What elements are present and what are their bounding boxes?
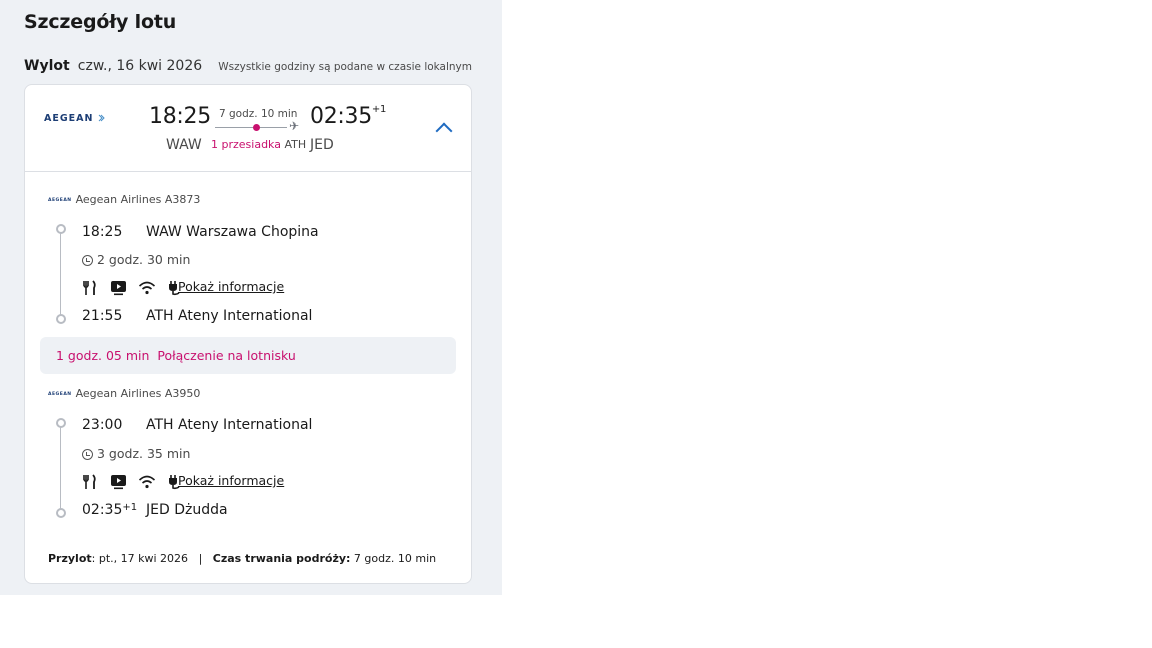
summary-departure-time: 18:25 [149, 104, 211, 129]
layover-banner: 1 godz. 05 min Połączenie na lotnisku [40, 337, 456, 374]
arrival-date: : pt., 17 kwi 2026 [91, 552, 189, 565]
segment-2-departure-node [56, 418, 66, 428]
flight-summary[interactable]: AEGEAN 18:25 WAW 7 godz. 10 min ✈ 1 prze… [25, 85, 471, 172]
segment-2-timeline [60, 424, 61, 512]
segment-1-amenities [82, 277, 189, 295]
stop-airport-code: ATH [284, 138, 307, 151]
stop-dot [253, 124, 260, 131]
timezone-note: Wszystkie godziny są podane w czasie lok… [218, 61, 472, 73]
chevron-up-icon[interactable] [435, 122, 453, 140]
show-info-link[interactable]: Pokaż informacje [178, 279, 284, 294]
segment-2-arrival-airport: JED Dżudda [146, 502, 228, 518]
plane-icon: ✈ [289, 119, 300, 133]
airline-logo: AEGEAN [44, 113, 105, 124]
layover-duration: 1 godz. 05 min [56, 348, 150, 363]
separator: | [198, 552, 203, 565]
arrival-summary: Przylot: pt., 17 kwi 2026 | Czas trwania… [48, 552, 436, 565]
segment-1-duration: 2 godz. 30 min [82, 252, 190, 267]
route-line [215, 127, 287, 128]
segment-1-departure-node [56, 224, 66, 234]
summary-arrival-code: JED [310, 137, 334, 153]
show-info-link[interactable]: Pokaż informacje [178, 473, 284, 488]
departure-label: Wylot [24, 58, 70, 74]
segment-2-amenities [82, 471, 189, 489]
summary-stops: 1 przesiadka ATH [211, 138, 306, 151]
layover-type: Połączenie na lotnisku [157, 348, 296, 363]
airline-logo-small: AEGEAN [48, 197, 72, 203]
stops-count: 1 przesiadka [211, 138, 281, 151]
segment-1-departure-time: 18:25 [82, 224, 123, 240]
clock-icon [82, 449, 93, 460]
page-title: Szczegóły lotu [24, 11, 177, 33]
departure-date: czw., 16 kwi 2026 [77, 58, 203, 74]
segment-2-arrival-node [56, 508, 66, 518]
segment-1-arrival-time: 21:55 [82, 308, 123, 324]
departure-header: Wylot czw., 16 kwi 2026 Wszystkie godzin… [24, 55, 472, 75]
airline-logo-small: AEGEAN [48, 391, 72, 397]
segment-2-departure-airport: ATH Ateny International [146, 417, 313, 433]
meal-icon [83, 279, 96, 295]
segment-2-departure-time: 23:00 [82, 417, 123, 433]
segment-2-airline: AEGEAN Aegean Airlines A3950 [48, 387, 201, 400]
total-duration-value: 7 godz. 10 min [350, 552, 437, 565]
segment-1-arrival-node [56, 314, 66, 324]
segment-1-arrival-airport: ATH Ateny International [146, 308, 313, 324]
day-offset: +1 [122, 502, 138, 513]
segment-2-duration: 3 godz. 35 min [82, 446, 190, 461]
total-duration-label: Czas trwania podróży: [212, 552, 351, 565]
summary-departure-code: WAW [166, 137, 202, 153]
segment-1-airline: AEGEAN Aegean Airlines A3873 [48, 193, 201, 206]
day-offset: +1 [371, 104, 387, 115]
aegean-wing-icon [98, 114, 105, 122]
summary-arrival-time: 02:35+1 [310, 104, 387, 129]
clock-icon [82, 255, 93, 266]
entertainment-icon [111, 280, 127, 295]
wifi-icon [139, 475, 156, 488]
summary-duration: 7 godz. 10 min [219, 108, 298, 120]
meal-icon [83, 473, 96, 489]
flight-card: AEGEAN 18:25 WAW 7 godz. 10 min ✈ 1 prze… [24, 84, 472, 584]
entertainment-icon [111, 474, 127, 489]
segment-1-departure-airport: WAW Warszawa Chopina [146, 224, 319, 240]
layover-text: 1 godz. 05 min Połączenie na lotnisku [56, 348, 296, 363]
flight-details-panel: Szczegóły lotu Wylot czw., 16 kwi 2026 W… [0, 0, 502, 595]
segment-1-timeline [60, 230, 61, 318]
wifi-icon [139, 281, 156, 294]
segment-2-arrival-time: 02:35+1 [82, 502, 138, 518]
arrival-label: Przylot [48, 552, 92, 565]
